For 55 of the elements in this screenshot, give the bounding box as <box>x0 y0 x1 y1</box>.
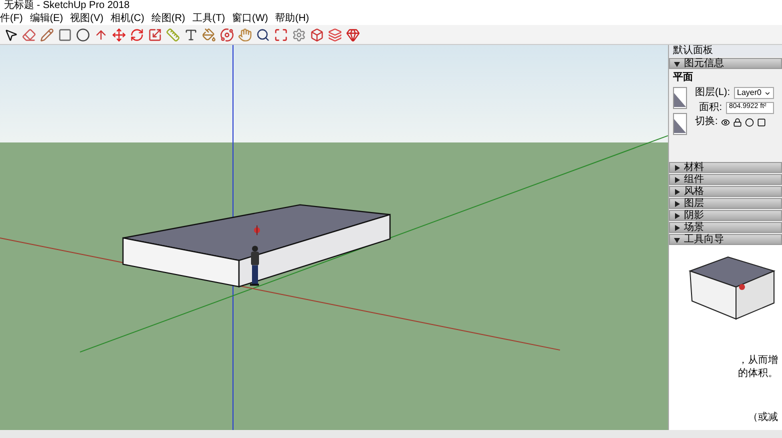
box-icon[interactable] <box>310 28 324 42</box>
layers-icon[interactable] <box>328 28 342 42</box>
menu-item[interactable]: 件(F) <box>0 14 23 24</box>
layer-dropdown[interactable]: Layer0 <box>734 87 774 99</box>
gem-icon[interactable] <box>346 28 360 42</box>
window-title: 无标题 - SketchUp Pro 2018 <box>0 0 782 12</box>
text-icon[interactable] <box>184 28 198 42</box>
axis-marker-icon <box>254 224 260 236</box>
move-icon[interactable] <box>112 28 126 42</box>
back-material-swatch[interactable] <box>673 113 687 135</box>
menu-item[interactable]: 窗口(W) <box>232 14 268 24</box>
entity-type: 平面 <box>673 73 694 83</box>
gear-icon[interactable] <box>292 28 306 42</box>
menu-item[interactable]: 绘图(R) <box>151 14 186 24</box>
scale-icon[interactable] <box>148 28 162 42</box>
rotate-icon[interactable] <box>130 28 144 42</box>
guide-text-fragment: 的体积。 <box>738 368 778 380</box>
layer-label: 图层(L): <box>695 88 730 98</box>
panel-title: 默认面板 <box>669 45 782 57</box>
panel-section-header[interactable]: 图层 <box>669 198 782 209</box>
panel-section-header[interactable]: 材料 <box>669 162 782 173</box>
arrow-up-icon[interactable] <box>94 28 108 42</box>
3d-viewport[interactable] <box>0 45 668 430</box>
guide-text-fragment: ，从而增 <box>738 355 778 368</box>
menu-item[interactable]: 视图(V) <box>70 14 104 24</box>
zoom-icon[interactable] <box>256 28 270 42</box>
front-material-swatch[interactable] <box>673 87 687 109</box>
circle-icon[interactable] <box>76 28 90 42</box>
menu-item[interactable]: 工具(T) <box>192 14 226 24</box>
select-icon[interactable] <box>4 28 18 42</box>
orbit-icon[interactable] <box>220 28 234 42</box>
caret-icon <box>764 90 771 96</box>
menu-item[interactable]: 编辑(E) <box>30 14 64 24</box>
eraser-icon[interactable] <box>22 28 36 42</box>
visibility-icon[interactable] <box>720 118 730 126</box>
person-figure <box>250 246 259 286</box>
panel-section-header[interactable]: 风格 <box>669 186 782 197</box>
toggle-label: 切换: <box>695 117 718 127</box>
pencil-icon[interactable] <box>40 28 54 42</box>
panel-section-header[interactable]: 工具向导 <box>669 234 782 245</box>
lock-icon[interactable] <box>732 118 742 126</box>
cast-shadows-icon[interactable] <box>756 118 766 126</box>
guide-text-fragment: （或减 <box>748 412 778 424</box>
panel-section-header[interactable]: 场景 <box>669 222 782 233</box>
menu-item[interactable]: 帮助(H) <box>275 14 310 24</box>
collapse-triangle-icon <box>674 60 680 66</box>
panel-section-header[interactable]: 图元信息 <box>669 58 782 69</box>
panel-section-header[interactable]: 阴影 <box>669 210 782 221</box>
panel-section-header[interactable]: 组件 <box>669 174 782 185</box>
area-label: 面积: <box>699 103 722 113</box>
rectangle-icon[interactable] <box>58 28 72 42</box>
collapse-triangle-icon <box>674 236 680 242</box>
receive-shadows-icon[interactable] <box>744 118 754 126</box>
menu-item[interactable]: 相机(C) <box>110 14 144 24</box>
zoom-extents-icon[interactable] <box>274 28 288 42</box>
